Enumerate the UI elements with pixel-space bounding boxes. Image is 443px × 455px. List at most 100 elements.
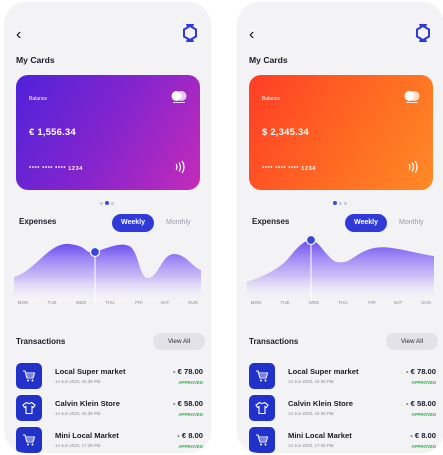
card-balance-label: Balance bbox=[29, 96, 48, 102]
card-balance-amount: € 1,556.34 bbox=[29, 127, 76, 138]
cart-icon bbox=[256, 434, 269, 446]
x-label-sat: SAT bbox=[393, 300, 403, 305]
page-dot-active[interactable] bbox=[105, 201, 109, 205]
credit-card[interactable]: Balance $ 2,345.34 **** **** **** 1234 bbox=[249, 75, 433, 190]
contactless-icon bbox=[408, 160, 418, 174]
transaction-date: 14 Jun 2020, 15:35 PM bbox=[55, 411, 101, 416]
transaction-icon-box bbox=[16, 427, 42, 453]
transaction-status: APPROVED bbox=[411, 412, 436, 417]
x-label-wed: WED bbox=[308, 300, 320, 305]
transaction-icon-box bbox=[249, 427, 275, 453]
transaction-name: Calvin Klein Store bbox=[55, 399, 120, 408]
view-all-button[interactable]: View All bbox=[386, 333, 438, 350]
card-pagination bbox=[333, 201, 349, 205]
back-arrow-icon[interactable]: ‹ bbox=[16, 26, 21, 44]
x-label-thu: THU bbox=[338, 300, 348, 305]
transaction-row[interactable]: Local Super market 14 Jun 2020, 15:35 PM… bbox=[16, 363, 203, 389]
x-label-tue: TUE bbox=[280, 300, 290, 305]
expenses-area bbox=[247, 239, 434, 304]
card-balance-amount: $ 2,345.34 bbox=[262, 127, 309, 138]
credit-card[interactable]: Balance € 1,556.34 **** **** **** 1234 bbox=[16, 75, 200, 190]
tab-monthly[interactable]: Monthly bbox=[166, 214, 191, 232]
contactless-icon bbox=[175, 160, 185, 174]
transaction-status: APPROVED bbox=[411, 380, 436, 385]
transaction-amount: - € 8.00 bbox=[177, 431, 203, 440]
page-title: My Cards bbox=[249, 55, 288, 65]
transaction-amount: - € 78.00 bbox=[406, 367, 436, 376]
tab-monthly[interactable]: Monthly bbox=[399, 214, 424, 232]
smartwatch-icon[interactable] bbox=[414, 22, 432, 44]
transaction-name: Mini Local Market bbox=[288, 431, 352, 440]
transaction-row[interactable]: Calvin Klein Store 14 Jun 2020, 15:35 PM… bbox=[249, 395, 436, 421]
cart-icon bbox=[256, 370, 269, 382]
transactions-title: Transactions bbox=[249, 337, 299, 346]
transaction-icon-box bbox=[16, 395, 42, 421]
expenses-area-chart bbox=[247, 234, 434, 304]
tab-weekly[interactable]: Weekly bbox=[112, 214, 154, 232]
transaction-icon-box bbox=[249, 395, 275, 421]
transaction-status: APPROVED bbox=[178, 412, 203, 417]
page-dot[interactable] bbox=[111, 202, 114, 205]
tab-weekly[interactable]: Weekly bbox=[345, 214, 387, 232]
mastercard-logo-icon bbox=[404, 91, 420, 103]
x-label-sat: SAT bbox=[160, 300, 170, 305]
x-label-fri: FRI bbox=[368, 300, 376, 305]
transaction-date: 14 Jun 2020, 17:29 PM bbox=[55, 443, 101, 448]
x-label-sun: SUN bbox=[188, 300, 198, 305]
x-label-mon: MON bbox=[17, 300, 29, 305]
transaction-status: APPROVED bbox=[411, 444, 436, 449]
x-label-wed: WED bbox=[75, 300, 87, 305]
transaction-row[interactable]: Calvin Klein Store 14 Jun 2020, 15:35 PM… bbox=[16, 395, 203, 421]
transaction-row[interactable]: Mini Local Market 14 Jun 2020, 17:29 PM … bbox=[249, 427, 436, 453]
mastercard-logo-icon bbox=[171, 91, 187, 103]
card-balance-label: Balance bbox=[262, 96, 281, 102]
header: ‹ bbox=[16, 24, 199, 46]
transactions-title: Transactions bbox=[16, 337, 66, 346]
transaction-status: APPROVED bbox=[178, 380, 203, 385]
transaction-amount: - € 58.00 bbox=[406, 399, 436, 408]
x-label-fri: FRI bbox=[135, 300, 143, 305]
page-dot-active[interactable] bbox=[333, 201, 337, 205]
expenses-area-chart bbox=[14, 243, 201, 304]
transaction-icon-box bbox=[249, 363, 275, 389]
page-dot[interactable] bbox=[100, 202, 103, 205]
transaction-status: APPROVED bbox=[178, 444, 203, 449]
transaction-amount: - € 78.00 bbox=[173, 367, 203, 376]
smartwatch-icon[interactable] bbox=[181, 22, 199, 44]
x-label-sun: SUN bbox=[421, 300, 431, 305]
view-all-button[interactable]: View All bbox=[153, 333, 205, 350]
phone-screen-orange-card: ‹ My Cards Balance $ 2,345.34 **** **** … bbox=[237, 2, 443, 453]
page-dot[interactable] bbox=[344, 202, 347, 205]
transaction-amount: - € 58.00 bbox=[173, 399, 203, 408]
expenses-area bbox=[14, 243, 201, 304]
transaction-name: Mini Local Market bbox=[55, 431, 119, 440]
cart-icon bbox=[23, 434, 36, 446]
card-number: **** **** **** 1234 bbox=[29, 166, 83, 172]
transaction-date: 14 Jun 2020, 15:35 PM bbox=[288, 411, 334, 416]
page-dot[interactable] bbox=[339, 202, 342, 205]
shirt-icon bbox=[22, 401, 36, 415]
transaction-name: Calvin Klein Store bbox=[288, 399, 353, 408]
transaction-date: 14 Jun 2020, 15:35 PM bbox=[288, 379, 334, 384]
shirt-icon bbox=[255, 401, 269, 415]
x-label-thu: THU bbox=[105, 300, 115, 305]
transaction-amount: - € 8.00 bbox=[410, 431, 436, 440]
transaction-icon-box bbox=[16, 363, 42, 389]
transaction-date: 14 Jun 2020, 17:29 PM bbox=[288, 443, 334, 448]
transaction-name: Local Super market bbox=[55, 367, 126, 376]
header: ‹ bbox=[249, 24, 432, 46]
card-pagination bbox=[100, 201, 116, 205]
x-label-tue: TUE bbox=[47, 300, 57, 305]
back-arrow-icon[interactable]: ‹ bbox=[249, 26, 254, 44]
transaction-name: Local Super market bbox=[288, 367, 359, 376]
transaction-row[interactable]: Local Super market 14 Jun 2020, 15:35 PM… bbox=[249, 363, 436, 389]
x-label-mon: MON bbox=[250, 300, 262, 305]
cart-icon bbox=[23, 370, 36, 382]
selected-day-marker bbox=[89, 246, 101, 258]
transaction-date: 14 Jun 2020, 15:35 PM bbox=[55, 379, 101, 384]
transaction-row[interactable]: Mini Local Market 14 Jun 2020, 17:29 PM … bbox=[16, 427, 203, 453]
page-title: My Cards bbox=[16, 55, 55, 65]
selected-day-marker bbox=[305, 234, 317, 246]
expenses-title: Expenses bbox=[19, 217, 57, 226]
card-number: **** **** **** 1234 bbox=[262, 166, 316, 172]
